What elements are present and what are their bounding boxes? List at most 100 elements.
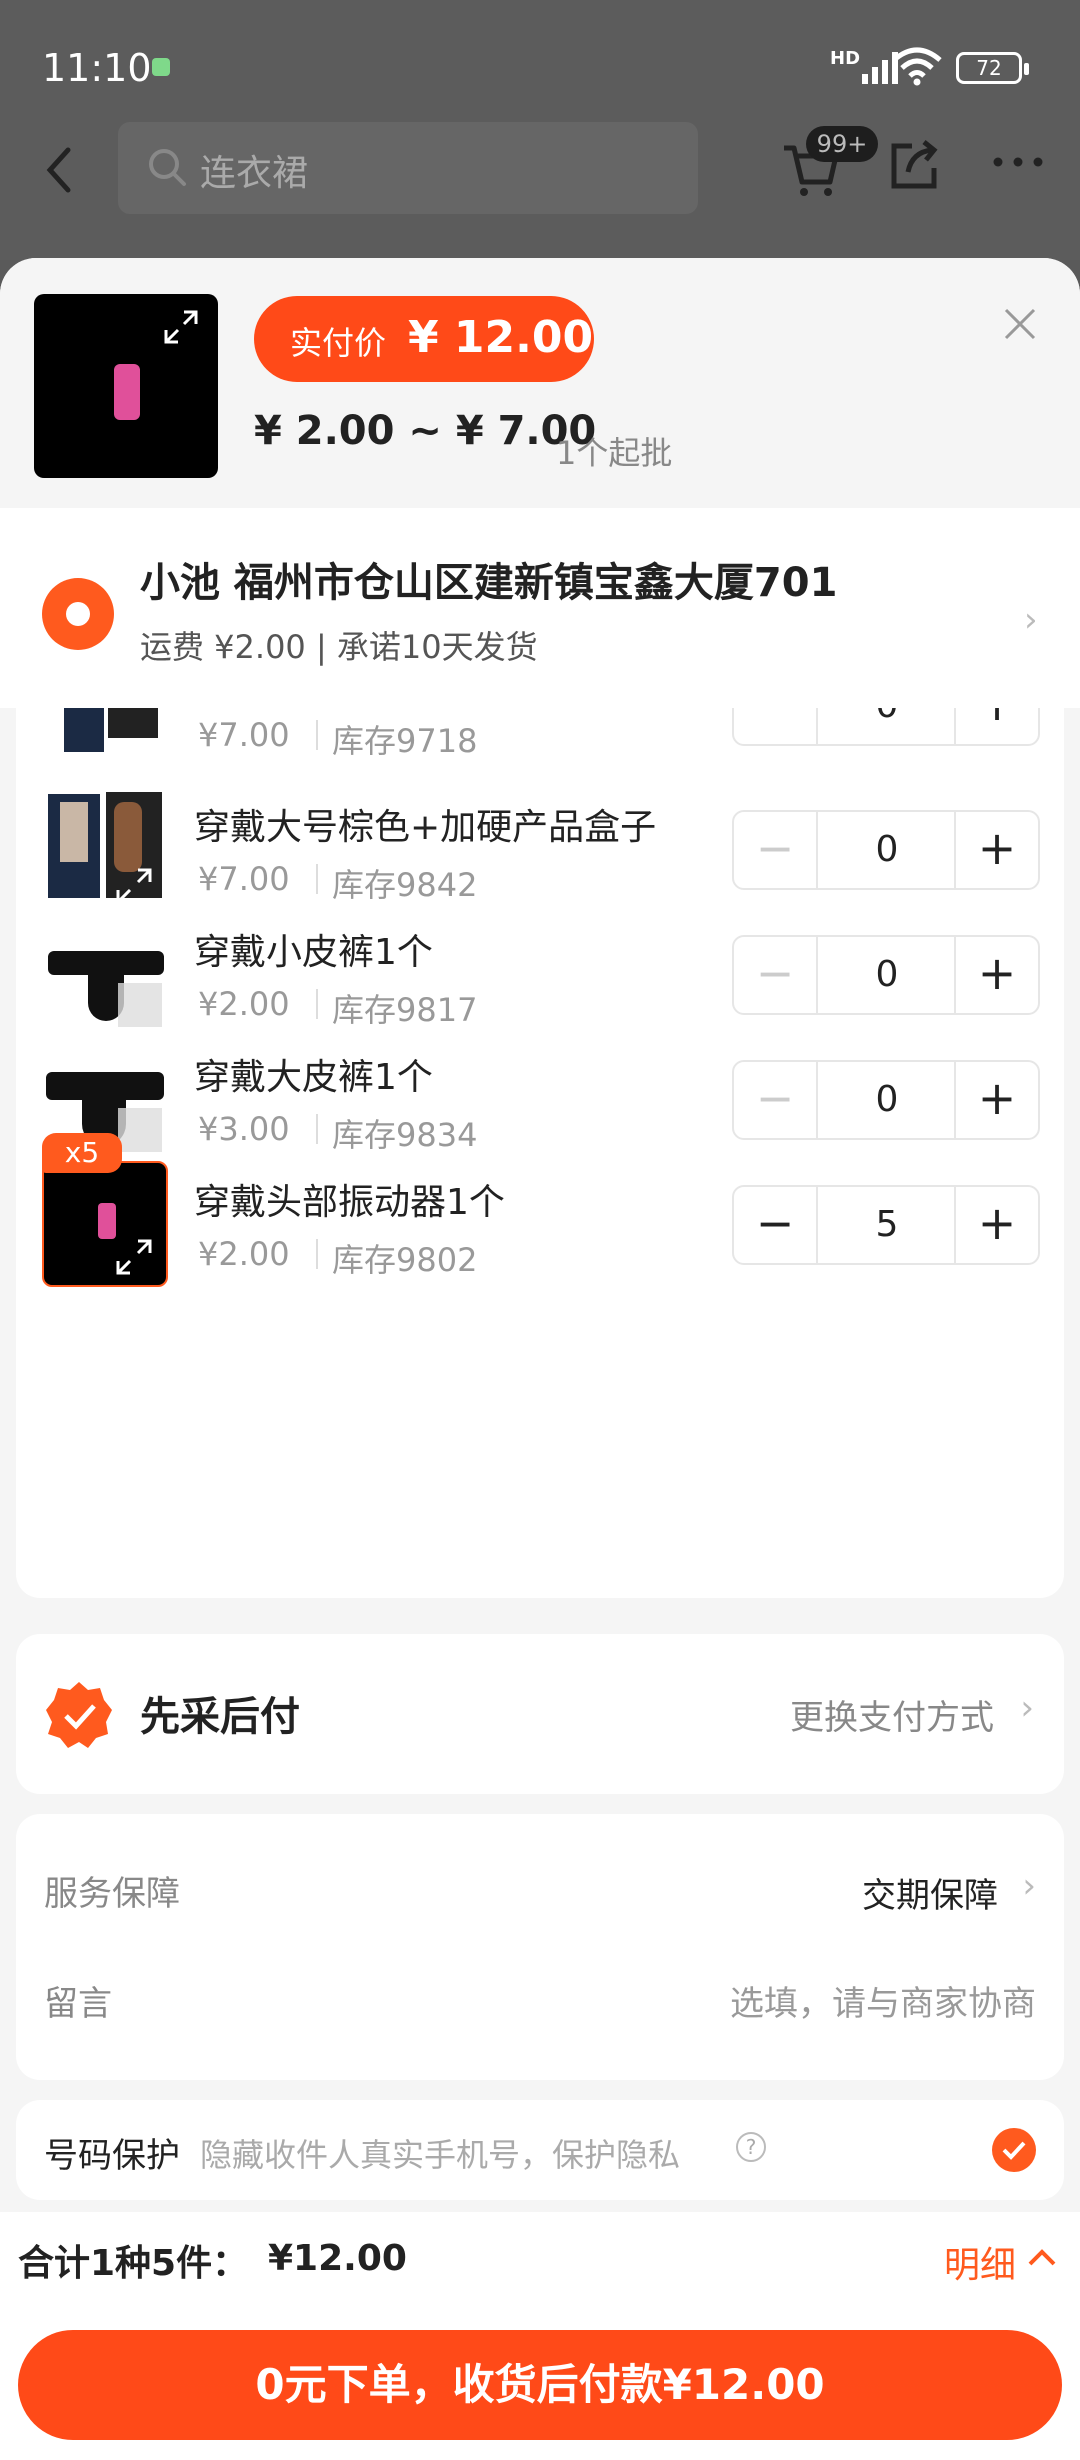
quantity-stepper: − 0 + (732, 1060, 1040, 1140)
change-payment-link[interactable]: 更换支付方式 (790, 1690, 994, 1739)
price-range: ¥ 2.00 ~ ¥ 7.00 (254, 408, 597, 454)
sku-price: ¥2.00 (198, 1235, 290, 1273)
selected-count-badge: x5 (42, 1133, 122, 1173)
sku-name: 穿戴头部振动器1个 (194, 1182, 505, 1223)
quantity-stepper: − 0 + (732, 935, 1040, 1015)
quantity-stepper: − 0 + (732, 810, 1040, 890)
bottom-bar: 合计1种5件： ¥12.00 明细 0元下单，收货后付款¥12.00 (0, 2212, 1080, 2460)
back-arrow-icon[interactable] (40, 140, 80, 200)
phone-protect-hint: 隐藏收件人真实手机号，保护隐私 (200, 2136, 681, 2174)
sku-stock: 库存9834 (332, 1116, 478, 1154)
status-time: 11:10 (42, 46, 152, 90)
help-icon[interactable]: ? (736, 2132, 766, 2162)
shipping-info: 运费 ¥2.00 | 承诺10天发货 (140, 628, 538, 666)
divider (316, 1239, 318, 1269)
expand-icon[interactable] (162, 308, 200, 346)
detail-toggle[interactable]: 明细 (944, 2236, 1016, 2288)
quantity-value[interactable]: 0 (820, 1062, 954, 1138)
service-value[interactable]: 交期保障 (862, 1868, 998, 1917)
expand-icon[interactable] (112, 864, 156, 908)
pay-later-badge-icon (46, 1682, 112, 1748)
chevron-right-icon: › (1024, 600, 1038, 640)
sku-stock: 库存9718 (332, 722, 478, 760)
notification-dot-icon (152, 58, 170, 76)
sku-thumbnail[interactable] (42, 708, 168, 768)
quantity-value[interactable]: 0 (820, 937, 954, 1013)
increase-button[interactable]: + (954, 937, 1038, 1013)
sku-price: ¥2.00 (198, 985, 290, 1023)
increase-button[interactable]: + (954, 708, 1038, 744)
chevron-right-icon: › (1020, 1688, 1034, 1728)
phone-protect-label: 号码保护 (44, 2136, 180, 2176)
sku-stock: 库存9817 (332, 991, 478, 1029)
location-pin-icon (42, 578, 114, 650)
quantity-value[interactable]: 0 (820, 812, 954, 888)
list-item: 穿戴大号棕色+加硬产品盒子 ¥7.00 库存9842 − 0 + (16, 786, 1064, 916)
address-row[interactable]: 小池 福州市仓山区建新镇宝鑫大厦701 运费 ¥2.00 | 承诺10天发货 › (0, 508, 1080, 708)
sheet-header: 实付价 ¥ 12.00 ¥ 2.00 ~ ¥ 7.00 1个起批 (0, 258, 1080, 508)
sku-name: 穿戴大皮裤1个 (194, 1057, 433, 1098)
wifi-icon (892, 47, 942, 86)
share-icon[interactable] (888, 138, 942, 192)
decrease-button[interactable]: − (734, 1187, 818, 1263)
payment-method-card[interactable]: 先采后付 更换支付方式 › (16, 1634, 1064, 1794)
sku-price: ¥7.00 (198, 860, 290, 898)
list-item: 穿戴小皮裤1个 ¥2.00 库存9817 − 0 + (16, 911, 1064, 1041)
chevron-up-icon[interactable] (1024, 2242, 1060, 2272)
product-thumbnail[interactable] (34, 294, 218, 478)
search-input[interactable]: 连衣裙 (118, 122, 698, 214)
status-bar: 11:10 HD 72 (0, 0, 1080, 130)
sku-name: 穿戴大号棕色+加硬产品盒子 (194, 807, 657, 848)
message-field[interactable]: 选填，请与商家协商 (730, 1976, 1036, 2025)
increase-button[interactable]: + (954, 1062, 1038, 1138)
increase-button[interactable]: + (954, 1187, 1038, 1263)
checkbox-checked-icon[interactable] (992, 2128, 1036, 2172)
divider (316, 864, 318, 894)
expand-icon[interactable] (112, 1235, 156, 1279)
sku-stock: 库存9802 (332, 1241, 478, 1279)
quantity-value[interactable]: 5 (820, 1187, 954, 1263)
close-icon[interactable] (1002, 306, 1038, 342)
quantity-stepper: − 5 + (732, 1185, 1040, 1265)
sku-name: 穿戴小皮裤1个 (194, 932, 433, 973)
divider (316, 989, 318, 1019)
list-item: x5 穿戴头部振动器1个 ¥2.00 库存9802 − 5 + (16, 1133, 1064, 1291)
quantity-value[interactable]: 0 (820, 708, 954, 744)
decrease-button[interactable]: − (734, 708, 818, 744)
quantity-stepper: − 0 + (732, 708, 1040, 746)
cart-badge: 99+ (806, 126, 878, 162)
divider (316, 1114, 318, 1144)
more-icon[interactable] (990, 152, 1046, 172)
actual-price-label: 实付价 (290, 324, 387, 362)
list-item: ¥7.00 库存9718 − 0 + (16, 708, 1064, 772)
decrease-button[interactable]: − (734, 1062, 818, 1138)
sku-thumbnail[interactable] (42, 911, 168, 1037)
total-value: ¥12.00 (268, 2238, 407, 2279)
decrease-button[interactable]: − (734, 937, 818, 1013)
address-text: 小池 福州市仓山区建新镇宝鑫大厦701 (140, 560, 838, 606)
sku-stock: 库存9842 (332, 866, 478, 904)
divider (316, 720, 318, 750)
service-label: 服务保障 (44, 1874, 180, 1914)
total-label: 合计1种5件： (18, 2243, 249, 2284)
actual-price-value: ¥ 12.00 (408, 312, 594, 363)
sku-price: ¥3.00 (198, 1110, 290, 1148)
search-text: 连衣裙 (200, 153, 309, 194)
sku-price: ¥7.00 (198, 716, 290, 754)
actual-price-pill: 实付价 ¥ 12.00 (254, 296, 594, 382)
sku-sheet: 实付价 ¥ 12.00 ¥ 2.00 ~ ¥ 7.00 1个起批 小池 福州市仓… (0, 258, 1080, 2460)
product-image (114, 364, 140, 420)
list-item: 穿戴大皮裤1个 ¥3.00 库存9834 − 0 + (16, 1036, 1064, 1166)
decrease-button[interactable]: − (734, 812, 818, 888)
payment-title: 先采后付 (140, 1694, 300, 1740)
service-card: 服务保障 交期保障 › 留言 选填，请与商家协商 (16, 1814, 1064, 2080)
phone-protect-card: 号码保护 隐藏收件人真实手机号，保护隐私 ? (16, 2100, 1064, 2200)
increase-button[interactable]: + (954, 812, 1038, 888)
submit-order-button[interactable]: 0元下单，收货后付款¥12.00 (18, 2330, 1062, 2440)
battery-icon: 72 (956, 52, 1029, 84)
sku-thumbnail[interactable] (42, 1161, 168, 1287)
search-icon (149, 149, 186, 186)
sku-list: ¥7.00 库存9718 − 0 + 穿戴大号棕色+加硬产品盒子 ¥7.00 库… (16, 708, 1064, 1598)
chevron-right-icon: › (1022, 1866, 1036, 1906)
sku-thumbnail[interactable] (42, 786, 168, 912)
